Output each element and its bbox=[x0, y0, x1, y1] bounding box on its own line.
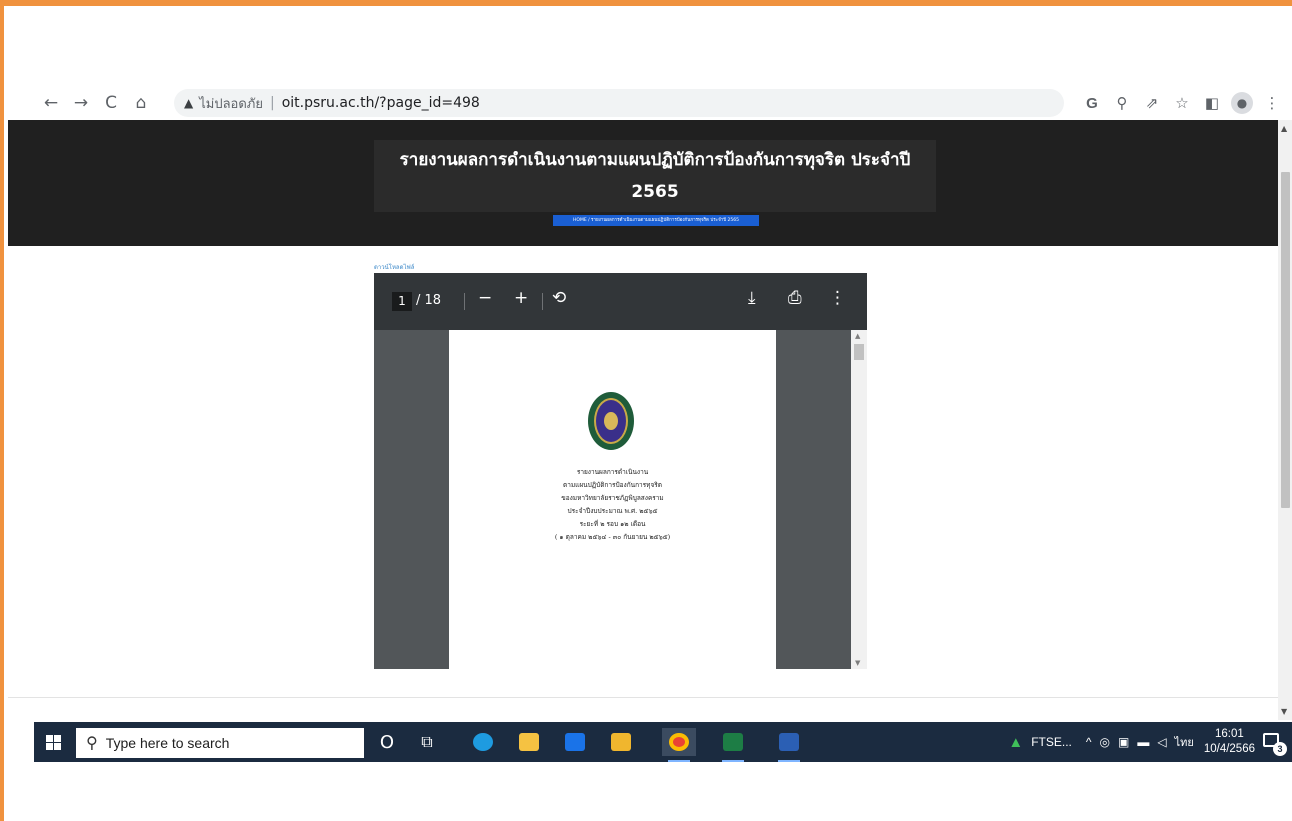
clock-date: 10/4/2566 bbox=[1203, 743, 1255, 755]
pdf-viewer: 1 / 18 − + ⟲ ⤓ ⎙ ⋮ รายงานผลการดำเนินงาน … bbox=[374, 273, 867, 669]
pdf-more-icon[interactable]: ⋮ bbox=[829, 288, 846, 308]
profile-avatar-icon: ● bbox=[1231, 92, 1253, 114]
share-icon[interactable]: ⇗ bbox=[1138, 89, 1166, 117]
pdf-gutter bbox=[374, 330, 449, 669]
page-title: รายงานผลการดำเนินงานตามแผนปฏิบัติการป้อง… bbox=[374, 140, 936, 212]
pdf-text-line: ประจำปีงบประมาณ พ.ศ. ๒๕๖๕ bbox=[567, 507, 658, 515]
start-button[interactable] bbox=[34, 722, 72, 762]
pdf-scroll-down-icon[interactable]: ▼ bbox=[855, 659, 860, 667]
mail-icon[interactable] bbox=[558, 728, 592, 756]
pdf-text-line: ระยะที่ ๒ รอบ ๑๒ เดือน bbox=[579, 520, 646, 528]
security-icon[interactable]: ▣ bbox=[1118, 735, 1129, 749]
pdf-text-line: ( ๑ ตุลาคม ๒๕๖๔ - ๓๐ กันยายน ๒๕๖๕) bbox=[554, 533, 671, 541]
rotate-icon[interactable]: ⟲ bbox=[552, 288, 566, 308]
zoom-icon[interactable]: ⚲ bbox=[1108, 89, 1136, 117]
stock-widget-label[interactable]: FTSE... bbox=[1031, 735, 1072, 749]
word-logo bbox=[779, 733, 799, 751]
store-logo bbox=[611, 733, 631, 751]
pdf-text-line: รายงานผลการดำเนินงาน bbox=[576, 468, 649, 476]
pdf-scrollbar[interactable]: ▲ ▼ bbox=[851, 330, 867, 669]
zoom-in-icon[interactable]: + bbox=[514, 288, 528, 308]
edge-icon[interactable] bbox=[466, 728, 500, 756]
search-icon: ⚲ bbox=[86, 735, 98, 752]
profile-button[interactable]: ● bbox=[1228, 89, 1256, 117]
mail-logo bbox=[565, 733, 585, 751]
taskbar-search-box[interactable]: ⚲ Type here to search bbox=[76, 728, 364, 758]
google-lens-icon[interactable]: G bbox=[1078, 89, 1106, 117]
page-header: รายงานผลการดำเนินงานตามแผนปฏิบัติการป้อง… bbox=[8, 120, 1278, 246]
page-viewport: รายงานผลการดำเนินงานตามแผนปฏิบัติการป้อง… bbox=[8, 120, 1278, 720]
pdf-scroll-thumb[interactable] bbox=[854, 344, 864, 360]
stock-chart-icon: ▲ bbox=[1008, 733, 1024, 751]
chrome-logo bbox=[669, 733, 689, 751]
pdf-toolbar-divider bbox=[542, 293, 543, 310]
pdf-download-icon[interactable]: ⤓ bbox=[748, 288, 756, 308]
notification-badge: 3 bbox=[1273, 742, 1287, 756]
explorer-logo bbox=[519, 733, 539, 751]
clock-time: 16:01 bbox=[1215, 728, 1244, 740]
breadcrumb[interactable]: HOME / รายงานผลการดำเนินงานตามแผนปฏิบัติ… bbox=[553, 215, 759, 226]
page-divider bbox=[8, 697, 1278, 698]
address-bar[interactable]: ▲ ไม่ปลอดภัย | oit.psru.ac.th/?page_id=4… bbox=[174, 89, 1064, 117]
pdf-toolbar-divider bbox=[464, 293, 465, 310]
cortana-icon[interactable]: O bbox=[370, 728, 404, 756]
window-frame: ← → C ⌂ ▲ ไม่ปลอดภัย | oit.psru.ac.th/?p… bbox=[0, 0, 1292, 821]
scroll-up-icon[interactable]: ▲ bbox=[1281, 124, 1287, 133]
network-icon[interactable]: ▬ bbox=[1137, 735, 1149, 749]
security-status-label[interactable]: ไม่ปลอดภัย bbox=[199, 93, 263, 114]
edge-logo bbox=[473, 733, 493, 751]
task-view-icon[interactable]: ⧉ bbox=[410, 728, 444, 756]
pdf-text-line: ตามแผนปฏิบัติการป้องกันการทุจริต bbox=[563, 481, 662, 489]
pdf-document-text: รายงานผลการดำเนินงาน ตามแผนปฏิบัติการป้อ… bbox=[479, 466, 746, 544]
excel-logo bbox=[723, 733, 743, 751]
system-tray: ▲ FTSE... ^ ◎ ▣ ▬ ◁ ไทย 16:01 10/4/2566 … bbox=[1004, 722, 1292, 762]
toolbar-right-icons: G ⚲ ⇗ ☆ ◧ ● ⋮ bbox=[1078, 89, 1286, 117]
pdf-page-total: / 18 bbox=[416, 293, 442, 308]
pdf-page-input[interactable]: 1 bbox=[392, 292, 412, 311]
pdf-page: รายงานผลการดำเนินงาน ตามแผนปฏิบัติการป้อ… bbox=[449, 330, 776, 669]
zoom-out-icon[interactable]: − bbox=[478, 288, 492, 308]
tray-chevron-icon[interactable]: ^ bbox=[1086, 735, 1092, 749]
chrome-icon[interactable] bbox=[662, 728, 696, 762]
browser-toolbar: ← → C ⌂ ▲ ไม่ปลอดภัย | oit.psru.ac.th/?p… bbox=[8, 86, 1292, 120]
page-scrollbar[interactable]: ▲ ▼ bbox=[1278, 120, 1292, 720]
word-icon[interactable] bbox=[772, 728, 806, 762]
volume-icon[interactable]: ◁ bbox=[1157, 735, 1166, 749]
back-arrow-icon[interactable]: ← bbox=[36, 88, 66, 118]
home-icon[interactable]: ⌂ bbox=[126, 88, 156, 118]
scroll-down-icon[interactable]: ▼ bbox=[1281, 707, 1287, 716]
taskbar: ⚲ Type here to search O ⧉ ▲ FTSE... ^ ◎ … bbox=[34, 722, 1292, 762]
download-file-link[interactable]: ดาวน์โหลดไฟล์ bbox=[374, 262, 414, 272]
pdf-print-icon[interactable]: ⎙ bbox=[788, 288, 802, 308]
pdf-toolbar: 1 / 18 − + ⟲ ⤓ ⎙ ⋮ bbox=[374, 273, 867, 330]
bookmark-star-icon[interactable]: ☆ bbox=[1168, 89, 1196, 117]
meet-icon[interactable]: ◎ bbox=[1100, 735, 1110, 749]
pdf-text-line: ของมหาวิทยาลัยราชภัฏพิบูลสงคราม bbox=[561, 494, 664, 502]
clock[interactable]: 16:01 10/4/2566 bbox=[1204, 727, 1255, 757]
page-scroll-thumb[interactable] bbox=[1281, 172, 1290, 508]
warning-triangle-icon[interactable]: ▲ bbox=[184, 96, 193, 110]
notification-center-button[interactable]: 3 bbox=[1263, 731, 1287, 756]
url-separator: | bbox=[270, 95, 275, 111]
windows-logo-icon bbox=[45, 734, 61, 750]
language-indicator[interactable]: ไทย bbox=[1175, 733, 1194, 751]
file-explorer-icon[interactable] bbox=[512, 728, 546, 756]
url-text[interactable]: oit.psru.ac.th/?page_id=498 bbox=[282, 95, 480, 111]
forward-arrow-icon[interactable]: → bbox=[66, 88, 96, 118]
store-icon[interactable] bbox=[604, 728, 638, 756]
browser-menu-icon[interactable]: ⋮ bbox=[1258, 89, 1286, 117]
reload-icon[interactable]: C bbox=[96, 88, 126, 118]
excel-icon[interactable] bbox=[716, 728, 750, 762]
pdf-scroll-up-icon[interactable]: ▲ bbox=[855, 332, 860, 340]
search-placeholder: Type here to search bbox=[105, 735, 230, 751]
side-panel-icon[interactable]: ◧ bbox=[1198, 89, 1226, 117]
university-emblem-icon bbox=[588, 392, 634, 450]
